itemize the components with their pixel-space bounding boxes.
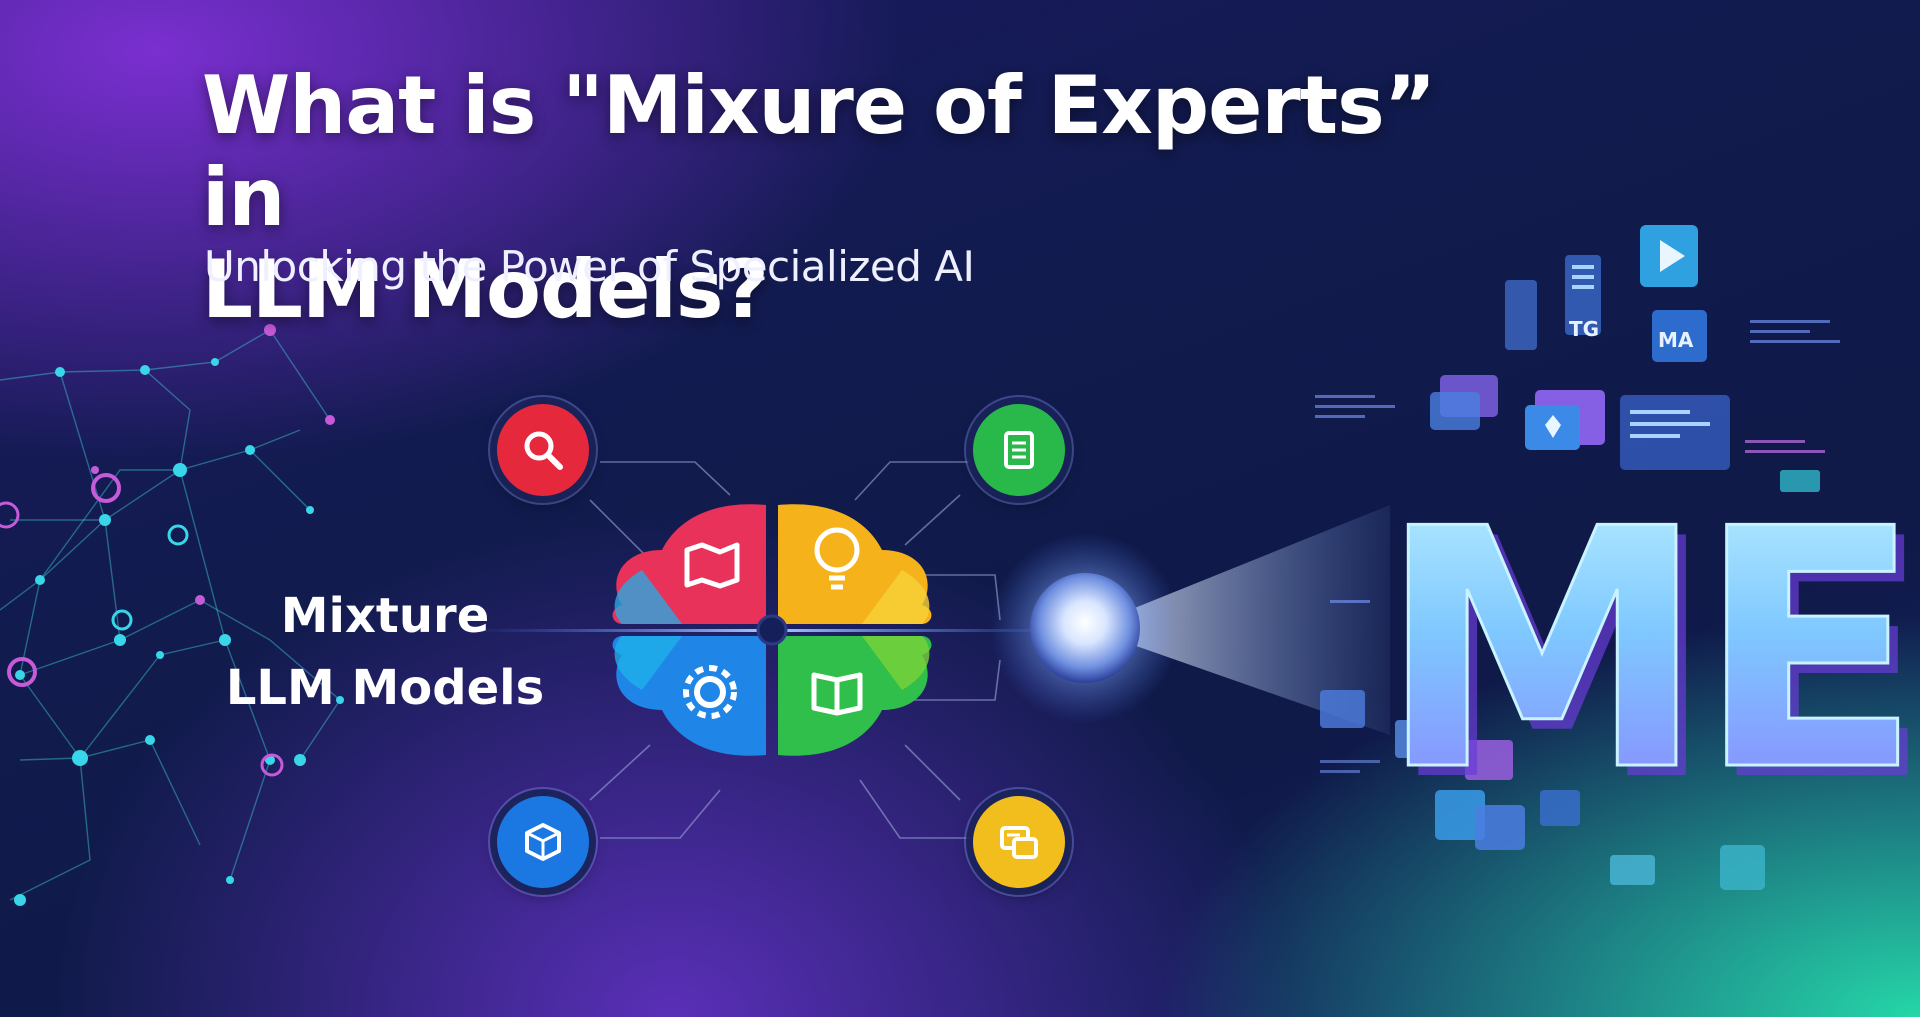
panel-label-tg: TG [1569,317,1599,341]
page-title: What is "Mixure of Experts” in LLM Model… [202,60,1502,336]
mixture-label-line-1: Mixture [280,588,490,644]
me-logo: ME [1378,459,1912,843]
chat-icon [1000,826,1038,859]
expert-cube [497,796,589,888]
mixture-label: Mixture LLM Models [200,580,570,724]
title-line-1: What is "Mixure of Experts” in [202,59,1436,244]
cube-icon [525,823,561,861]
document-icon [1004,431,1034,469]
magnifier-icon [524,431,563,470]
expert-chat [973,796,1065,888]
expert-search [497,404,589,496]
glowing-orb [1030,573,1140,683]
page-subtitle: Unlocking the Power of Specialized AI [204,242,975,291]
expert-document [973,404,1065,496]
panel-label-ma: MA [1658,328,1694,352]
mixture-label-line-2: LLM Models [225,660,545,716]
